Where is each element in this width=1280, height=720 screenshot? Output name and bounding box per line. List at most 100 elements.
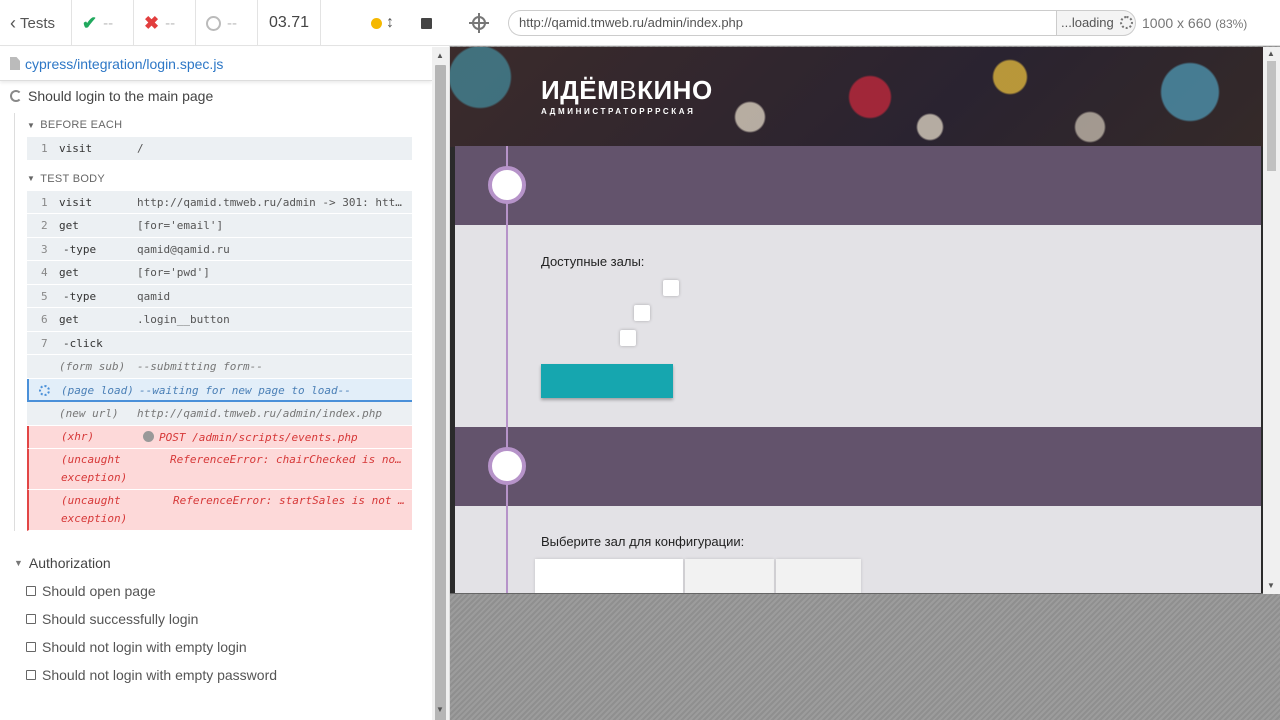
suite-title-row[interactable]: ▼ Authorization: [14, 549, 432, 577]
section-header-config[interactable]: [455, 427, 1261, 506]
command-message-text: ReferenceError: chairChecked is not defi…: [170, 453, 412, 466]
command-number: [29, 449, 61, 454]
command-number: [29, 379, 61, 399]
command-name: -click: [63, 336, 103, 350]
command-name: visit: [59, 142, 93, 155]
command-message-text: qamid@qamid.ru: [137, 242, 230, 256]
command-row[interactable]: 1 visit /: [27, 137, 412, 161]
suite-test-item[interactable]: Should not login with empty password: [14, 661, 432, 689]
command-log: Should login to the main page ▼ BEFORE E…: [0, 82, 432, 697]
command-row[interactable]: 3 -type qamid@qamid.ru: [27, 237, 412, 261]
test-title-row[interactable]: Should login to the main page: [0, 83, 432, 109]
hall-tab[interactable]: [535, 559, 683, 593]
suite-test-item[interactable]: Should not login with empty login: [14, 633, 432, 661]
section-body-halls: Доступные залы:: [455, 225, 1261, 427]
suite-test-label: Should not login with empty password: [42, 667, 278, 683]
hall-tab[interactable]: [776, 559, 861, 593]
logo-word-3: КИНО: [637, 75, 713, 105]
command-message: .login__button: [137, 308, 412, 326]
command-row[interactable]: (new url) http://qamid.tmweb.ru/admin/ind…: [27, 402, 412, 426]
command-number: [27, 355, 59, 360]
command-name: -type: [63, 289, 97, 303]
test-title: Should login to the main page: [28, 88, 214, 104]
create-hall-button[interactable]: [541, 364, 673, 398]
auto-scroll-toggle[interactable]: ↕: [371, 14, 394, 32]
hook-title-test-body[interactable]: ▼ TEST BODY: [27, 167, 412, 191]
scroll-up-icon[interactable]: ▲: [436, 51, 444, 60]
before-each-commands: 1 visit /: [27, 137, 412, 161]
command-row[interactable]: (page load) --waiting for new page to loa…: [27, 378, 412, 402]
command-number: [27, 402, 59, 407]
stop-button[interactable]: [421, 17, 432, 29]
chevron-left-icon: ‹: [10, 12, 16, 33]
hall-delete-button[interactable]: [620, 330, 636, 346]
running-indicator-icon: [371, 17, 382, 29]
command-name: (uncaught exception): [61, 494, 128, 525]
loading-spinner-icon: [39, 384, 50, 396]
reporter-panel: ‹ Tests ✔ -- ✖ -- -- 03.71 ↕ cypress/int…: [0, 0, 450, 720]
back-to-tests-button[interactable]: ‹ Tests: [0, 0, 72, 46]
suite-authorization: ▼ Authorization Should open page Should s…: [0, 549, 432, 689]
error-row[interactable]: (uncaught exception) ReferenceError: chai…: [27, 449, 412, 490]
config-label: Выберите зал для конфигурации:: [541, 534, 745, 549]
tests-label: Tests: [20, 14, 56, 32]
command-message: http://qamid.tmweb.ru/admin -> 301: http…: [137, 191, 412, 209]
command-name: (new url): [59, 407, 119, 420]
command-row[interactable]: 2 get [for='email']: [27, 214, 412, 238]
command-row[interactable]: 7 -click: [27, 331, 412, 355]
command-number: 4: [41, 266, 48, 279]
command-message: ReferenceError: startSales is not define…: [157, 490, 412, 510]
command-message-text: --submitting form--: [137, 360, 263, 373]
command-number: [29, 426, 61, 431]
url-display[interactable]: http://qamid.tmweb.ru/admin/index.php: [508, 9, 1056, 36]
suite-test-label: Should open page: [42, 583, 156, 599]
site-logo: ИДЁМВКИНО АДМИНИСТРАТОРРРСКАЯ: [541, 75, 713, 116]
command-number: 1: [41, 142, 48, 155]
viewport-size: 1000 x 660: [1142, 14, 1212, 31]
error-row[interactable]: (xhr) POST /admin/scripts/events.php: [27, 425, 412, 449]
aut-iframe: ИДЁМВКИНО АДМИНИСТРАТОРРРСКАЯ Доступные …: [450, 47, 1280, 594]
scroll-down-icon[interactable]: ▼: [1267, 581, 1275, 590]
aut-scrollbar[interactable]: ▲ ▼: [1263, 47, 1280, 594]
command-name: get: [59, 219, 79, 232]
timeline-node: [488, 447, 526, 485]
scroll-thumb[interactable]: [435, 65, 446, 720]
hall-delete-button[interactable]: [663, 280, 679, 296]
scroll-thumb[interactable]: [1267, 61, 1276, 171]
circle-notch-icon: [206, 15, 221, 31]
loading-indicator: ...loading: [1056, 9, 1136, 36]
spinner-icon: [1119, 16, 1133, 29]
command-row[interactable]: 4 get [for='pwd']: [27, 261, 412, 285]
halls-label: Доступные залы:: [541, 254, 645, 269]
hook-title-before-each[interactable]: ▼ BEFORE EACH: [27, 113, 412, 137]
caret-down-icon: ▼: [27, 120, 36, 130]
spec-file-link[interactable]: cypress/integration/login.spec.js: [25, 56, 223, 72]
command-message: [137, 332, 412, 337]
command-message: /: [137, 137, 412, 155]
test-body-commands: 1 visit http://qamid.tmweb.ru/admin -> 301…: [27, 190, 412, 531]
command-row[interactable]: (form sub) --submitting form--: [27, 355, 412, 379]
suite-title: Authorization: [28, 555, 111, 571]
hook-label: BEFORE EACH: [40, 119, 123, 131]
command-row[interactable]: 6 get .login__button: [27, 308, 412, 332]
command-message-text: http://qamid.tmweb.ru/admin/index.php: [137, 407, 383, 420]
command-message: qamid: [137, 285, 412, 303]
suite-test-item[interactable]: Should open page: [14, 577, 432, 605]
command-message-text: .login__button: [137, 313, 230, 326]
command-row[interactable]: 1 visit http://qamid.tmweb.ru/admin -> 301…: [27, 190, 412, 214]
suite-test-item[interactable]: Should successfully login: [14, 605, 432, 633]
section-header-halls[interactable]: [455, 146, 1261, 225]
selector-playground-button[interactable]: [450, 12, 508, 33]
command-name: (xhr): [61, 429, 95, 443]
checkbox-icon: [26, 614, 36, 624]
caret-down-icon: ▼: [27, 174, 36, 183]
command-number: [29, 490, 61, 495]
hall-delete-button[interactable]: [634, 305, 650, 321]
scroll-down-icon[interactable]: ▼: [436, 705, 444, 714]
app-under-test-panel: http://qamid.tmweb.ru/admin/index.php ..…: [450, 0, 1280, 720]
error-row[interactable]: (uncaught exception) ReferenceError: star…: [27, 490, 412, 531]
scroll-up-icon[interactable]: ▲: [1267, 49, 1275, 58]
hall-tab[interactable]: [685, 559, 774, 593]
command-row[interactable]: 5 -type qamid: [27, 284, 412, 308]
reporter-scrollbar[interactable]: ▲ ▼: [432, 47, 449, 720]
